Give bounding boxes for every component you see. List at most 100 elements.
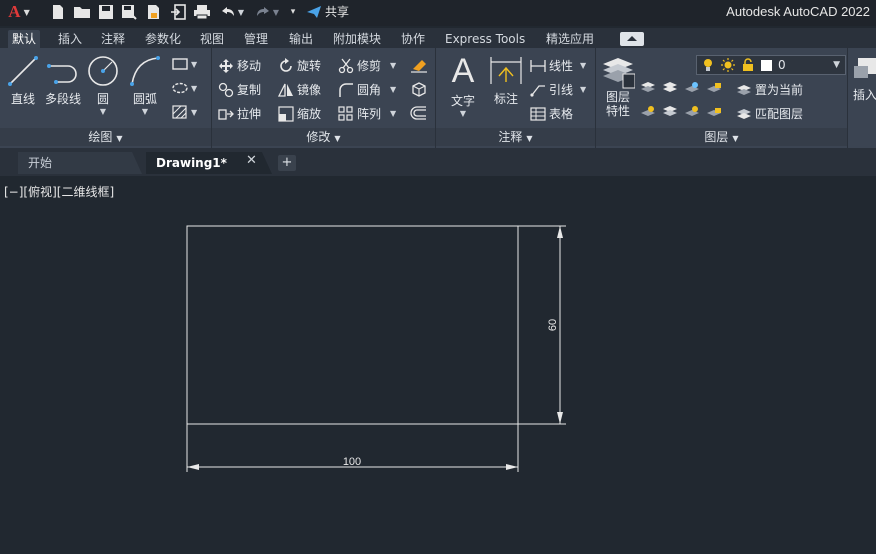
layer-unisolate-icon[interactable] <box>662 104 678 118</box>
explode-tool-button[interactable] <box>410 81 428 97</box>
modify-panel-label: 修改 <box>306 130 331 144</box>
tab-view[interactable]: 视图 <box>196 30 228 48</box>
draw-panel-title[interactable]: 绘图 ▼ <box>0 128 211 146</box>
array-tool-button[interactable]: 阵列 ▼ <box>338 105 396 122</box>
layer-unlock-icon[interactable] <box>706 104 722 118</box>
polyline-tool-button[interactable]: 多段线 <box>42 54 84 107</box>
modify-panel: 移动 旋转 修剪 ▼ 复制 镜像 圆角 ▼ 拉伸 缩放 阵列 ▼ 修改 ▼ <box>212 48 436 148</box>
file-tab-start[interactable]: 开始 <box>18 152 142 174</box>
tab-express-tools[interactable]: Express Tools <box>441 30 529 48</box>
close-tab-icon[interactable]: ✕ <box>246 153 257 168</box>
erase-tool-button[interactable] <box>410 57 428 73</box>
chevron-down-icon: ▼ <box>580 61 587 70</box>
customize-toolbar-button[interactable]: ▾ <box>286 3 300 21</box>
save-as-icon <box>122 5 137 20</box>
trim-tool-button[interactable]: 修剪 ▼ <box>338 57 396 74</box>
stretch-label: 拉伸 <box>237 107 262 121</box>
tab-manage[interactable]: 管理 <box>240 30 272 48</box>
layer-on-icon[interactable] <box>640 104 656 118</box>
chevron-down-icon: ▼ <box>390 85 397 94</box>
arc-tool-button[interactable]: 圆弧 ▼ <box>128 54 162 116</box>
plot-button[interactable] <box>192 3 212 21</box>
ribbon-minimize-button[interactable] <box>620 32 644 46</box>
scale-icon <box>278 105 294 122</box>
offset-tool-button[interactable] <box>410 105 428 121</box>
undo-icon <box>221 7 234 16</box>
dimension-tool-button[interactable]: 标注 <box>488 54 524 107</box>
save-button[interactable] <box>96 3 116 21</box>
table-icon <box>530 106 546 121</box>
chevron-down-icon: ▼ <box>272 7 280 17</box>
viewport-controls[interactable]: [−][俯视][二维线框] <box>4 183 114 200</box>
line-label: 直线 <box>10 92 35 106</box>
circle-tool-button[interactable]: 圆 ▼ <box>86 54 120 116</box>
line-icon <box>8 56 38 86</box>
layer-match-icon <box>737 108 751 119</box>
share-button[interactable]: 共享 <box>306 3 349 20</box>
chevron-down-icon: ▼ <box>237 7 245 17</box>
rotate-label: 旋转 <box>297 59 322 73</box>
annotation-panel: A 文字 ▼ 标注 线性 ▼ 引线 ▼ 表格 注释 ▼ <box>436 48 596 148</box>
rotate-tool-button[interactable]: 旋转 <box>278 57 321 74</box>
tab-collaborate[interactable]: 协作 <box>397 30 429 48</box>
hatch-tool-button[interactable]: ▼ <box>172 105 197 119</box>
drawing-canvas[interactable] <box>0 176 876 554</box>
fillet-tool-button[interactable]: 圆角 ▼ <box>338 81 396 98</box>
text-tool-button[interactable]: A 文字 ▼ <box>444 52 482 118</box>
rectangle-tool-button[interactable]: ▼ <box>172 57 197 71</box>
trim-label: 修剪 <box>357 59 382 73</box>
tab-default[interactable]: 默认 <box>8 30 41 48</box>
tab-output[interactable]: 输出 <box>285 30 317 48</box>
polyline-icon <box>47 64 77 84</box>
tab-parametric[interactable]: 参数化 <box>141 30 185 48</box>
save-as-button[interactable] <box>119 3 139 21</box>
tab-annotate[interactable]: 注释 <box>97 30 129 48</box>
modify-panel-title[interactable]: 修改 ▼ <box>212 128 435 146</box>
set-current-layer-button[interactable]: 置为当前 <box>736 81 803 98</box>
layers-panel-title[interactable]: 图层 ▼ <box>596 128 847 146</box>
new-button[interactable] <box>48 3 68 21</box>
scale-tool-button[interactable]: 缩放 <box>278 105 321 122</box>
layer-lock-icon[interactable] <box>706 80 722 94</box>
insert-block-button[interactable]: 插入 <box>850 56 876 103</box>
table-button[interactable]: 表格 <box>530 105 573 122</box>
mirror-tool-button[interactable]: 镜像 <box>278 81 321 98</box>
chevron-down-icon: ▼ <box>334 134 341 143</box>
layer-freeze-icon[interactable] <box>684 80 700 94</box>
copy-tool-button[interactable]: 复制 <box>218 81 261 98</box>
open-button[interactable] <box>71 3 93 21</box>
annotation-panel-title[interactable]: 注释 ▼ <box>436 128 595 146</box>
ellipse-tool-button[interactable]: ▼ <box>172 81 197 95</box>
linear-dim-button[interactable]: 线性 ▼ <box>530 57 586 74</box>
publish-button[interactable] <box>143 3 163 21</box>
layer-properties-button[interactable]: 图层 特性 <box>598 54 638 118</box>
new-file-icon <box>53 5 63 19</box>
undo-button[interactable]: ▼ <box>217 3 247 21</box>
layer-dropdown[interactable]: 0 ▼ <box>696 55 846 75</box>
layer-current-icon <box>737 84 751 95</box>
tab-insert[interactable]: 插入 <box>54 30 86 48</box>
tab-featured-apps[interactable]: 精选应用 <box>542 30 598 48</box>
match-layer-button[interactable]: 匹配图层 <box>736 105 803 122</box>
insert-label: 插入 <box>852 88 876 102</box>
stretch-tool-button[interactable]: 拉伸 <box>218 105 261 122</box>
layer-isolate-icon[interactable] <box>662 80 678 94</box>
tab-addins[interactable]: 附加模块 <box>329 30 385 48</box>
redo-button[interactable]: ▼ <box>252 3 282 21</box>
layer-off-icon[interactable] <box>640 80 656 94</box>
copy-label: 复制 <box>237 83 262 97</box>
eraser-icon <box>411 60 427 73</box>
line-tool-button[interactable]: 直线 <box>6 54 40 107</box>
ellipse-icon <box>172 82 188 94</box>
layer-thaw-icon[interactable] <box>684 104 700 118</box>
new-tab-button[interactable]: + <box>278 155 296 171</box>
leader-button[interactable]: 引线 ▼ <box>530 81 586 98</box>
chevron-down-icon: ▼ <box>390 109 397 118</box>
app-menu-button[interactable]: A ▼ <box>4 2 34 21</box>
move-tool-button[interactable]: 移动 <box>218 57 261 74</box>
mirror-icon <box>278 83 293 97</box>
annotation-panel-label: 注释 <box>498 130 523 144</box>
chevron-down-icon: ▼ <box>99 107 107 116</box>
customize-arrow-icon: ▾ <box>290 7 296 17</box>
import-button[interactable] <box>168 3 188 21</box>
